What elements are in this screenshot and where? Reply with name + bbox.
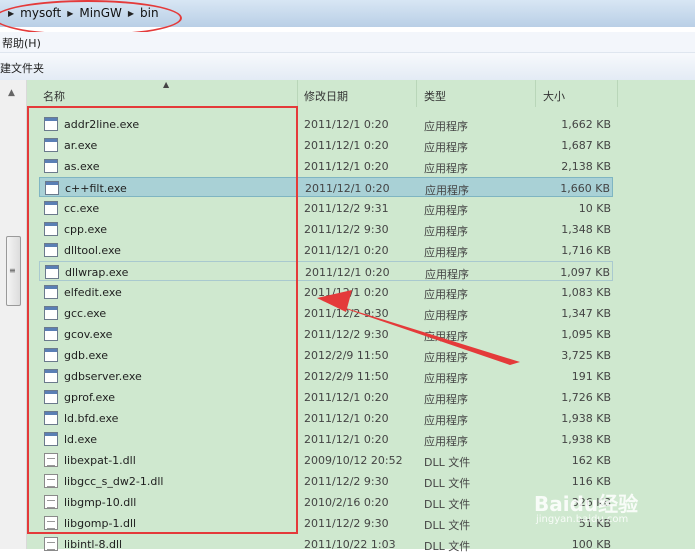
file-type: 应用程序 (424, 225, 468, 238)
file-date: 2011/12/1 0:20 (305, 266, 390, 279)
file-date: 2011/12/1 0:20 (304, 244, 389, 257)
file-size: 1,662 KB (561, 118, 611, 131)
column-divider[interactable] (535, 80, 536, 107)
file-date: 2011/12/1 0:20 (304, 391, 389, 404)
file-type: DLL 文件 (424, 498, 471, 511)
file-size: 1,938 KB (561, 433, 611, 446)
column-header-date[interactable]: 修改日期 (304, 88, 348, 104)
file-date: 2011/12/2 9:31 (304, 202, 389, 215)
file-type: 应用程序 (424, 330, 468, 343)
file-type: 应用程序 (424, 162, 468, 175)
sort-ascending-icon: ▲ (163, 80, 170, 89)
menu-help[interactable]: 帮助(H) (2, 35, 41, 51)
file-size: 1,097 KB (560, 266, 610, 279)
file-type: DLL 文件 (424, 540, 471, 553)
file-size: 116 KB (571, 475, 611, 488)
file-type: 应用程序 (424, 288, 468, 301)
file-type: 应用程序 (425, 268, 469, 281)
file-date: 2011/12/1 0:20 (304, 412, 389, 425)
file-size: 2,138 KB (561, 160, 611, 173)
file-size: 1,083 KB (561, 286, 611, 299)
file-type: 应用程序 (424, 120, 468, 133)
file-date: 2011/12/1 0:20 (304, 118, 389, 131)
file-date: 2012/2/9 11:50 (304, 370, 389, 383)
file-type: 应用程序 (424, 141, 468, 154)
file-row[interactable]: libintl-8.dll 2011/10/22 1:03 DLL 文件 100 KB (39, 534, 613, 554)
file-size: 1,938 KB (561, 412, 611, 425)
file-type: DLL 文件 (424, 456, 471, 469)
toolbar: 建文件夹 (0, 53, 695, 81)
menu-bar: 帮助(H) (0, 32, 695, 53)
file-size: 1,095 KB (561, 328, 611, 341)
file-date: 2011/12/2 9:30 (304, 328, 389, 341)
file-date: 2011/12/2 9:30 (304, 475, 389, 488)
file-date: 2011/12/1 0:20 (304, 286, 389, 299)
new-folder-button[interactable]: 建文件夹 (0, 60, 44, 76)
file-date: 2011/10/22 1:03 (304, 538, 396, 551)
red-box-annotation (27, 106, 298, 534)
file-date: 2010/2/16 0:20 (304, 496, 389, 509)
column-header-row: ▲ 名称 修改日期 类型 大小 (27, 80, 695, 107)
file-type: 应用程序 (424, 204, 468, 217)
file-date: 2011/12/2 9:30 (304, 223, 389, 236)
file-type: 应用程序 (424, 393, 468, 406)
file-date: 2011/12/2 9:30 (304, 517, 389, 530)
column-header-name[interactable]: 名称 (43, 88, 65, 104)
file-size: 162 KB (571, 454, 611, 467)
file-size: 1,716 KB (561, 244, 611, 257)
file-type: DLL 文件 (424, 477, 471, 490)
vertical-scrollbar[interactable]: ▲ ≡ (0, 80, 27, 549)
file-size: 3,725 KB (561, 349, 611, 362)
grip-icon: ≡ (9, 266, 16, 275)
watermark-logo: Baidu经验 (534, 492, 639, 516)
scroll-up-icon[interactable]: ▲ (8, 88, 15, 98)
file-size: 1,348 KB (561, 223, 611, 236)
file-date: 2011/12/1 0:20 (304, 160, 389, 173)
column-header-size[interactable]: 大小 (543, 88, 565, 104)
file-size: 1,660 KB (560, 182, 610, 195)
file-type: 应用程序 (425, 184, 469, 197)
red-oval-annotation (0, 0, 182, 36)
file-date: 2011/12/1 0:20 (304, 139, 389, 152)
file-name: libintl-8.dll (64, 538, 123, 551)
file-type: 应用程序 (424, 435, 468, 448)
file-type: 应用程序 (424, 309, 468, 322)
file-date: 2012/2/9 11:50 (304, 349, 389, 362)
file-size: 10 KB (578, 202, 611, 215)
file-type: 应用程序 (424, 351, 468, 364)
file-type: 应用程序 (424, 372, 468, 385)
file-size: 100 KB (571, 538, 611, 551)
file-size: 1,347 KB (561, 307, 611, 320)
column-divider[interactable] (416, 80, 417, 107)
file-date: 2011/12/2 9:30 (304, 307, 389, 320)
file-size: 1,726 KB (561, 391, 611, 404)
column-divider[interactable] (617, 80, 618, 107)
file-type: 应用程序 (424, 414, 468, 427)
file-date: 2011/12/1 0:20 (304, 433, 389, 446)
watermark-url: jingyan.baidu.com (536, 514, 629, 525)
file-size: 1,687 KB (561, 139, 611, 152)
column-divider[interactable] (297, 80, 298, 107)
column-header-type[interactable]: 类型 (424, 88, 446, 104)
file-date: 2011/12/1 0:20 (305, 182, 390, 195)
file-type: 应用程序 (424, 246, 468, 259)
file-date: 2009/10/12 20:52 (304, 454, 403, 467)
file-size: 191 KB (571, 370, 611, 383)
file-type: DLL 文件 (424, 519, 471, 532)
